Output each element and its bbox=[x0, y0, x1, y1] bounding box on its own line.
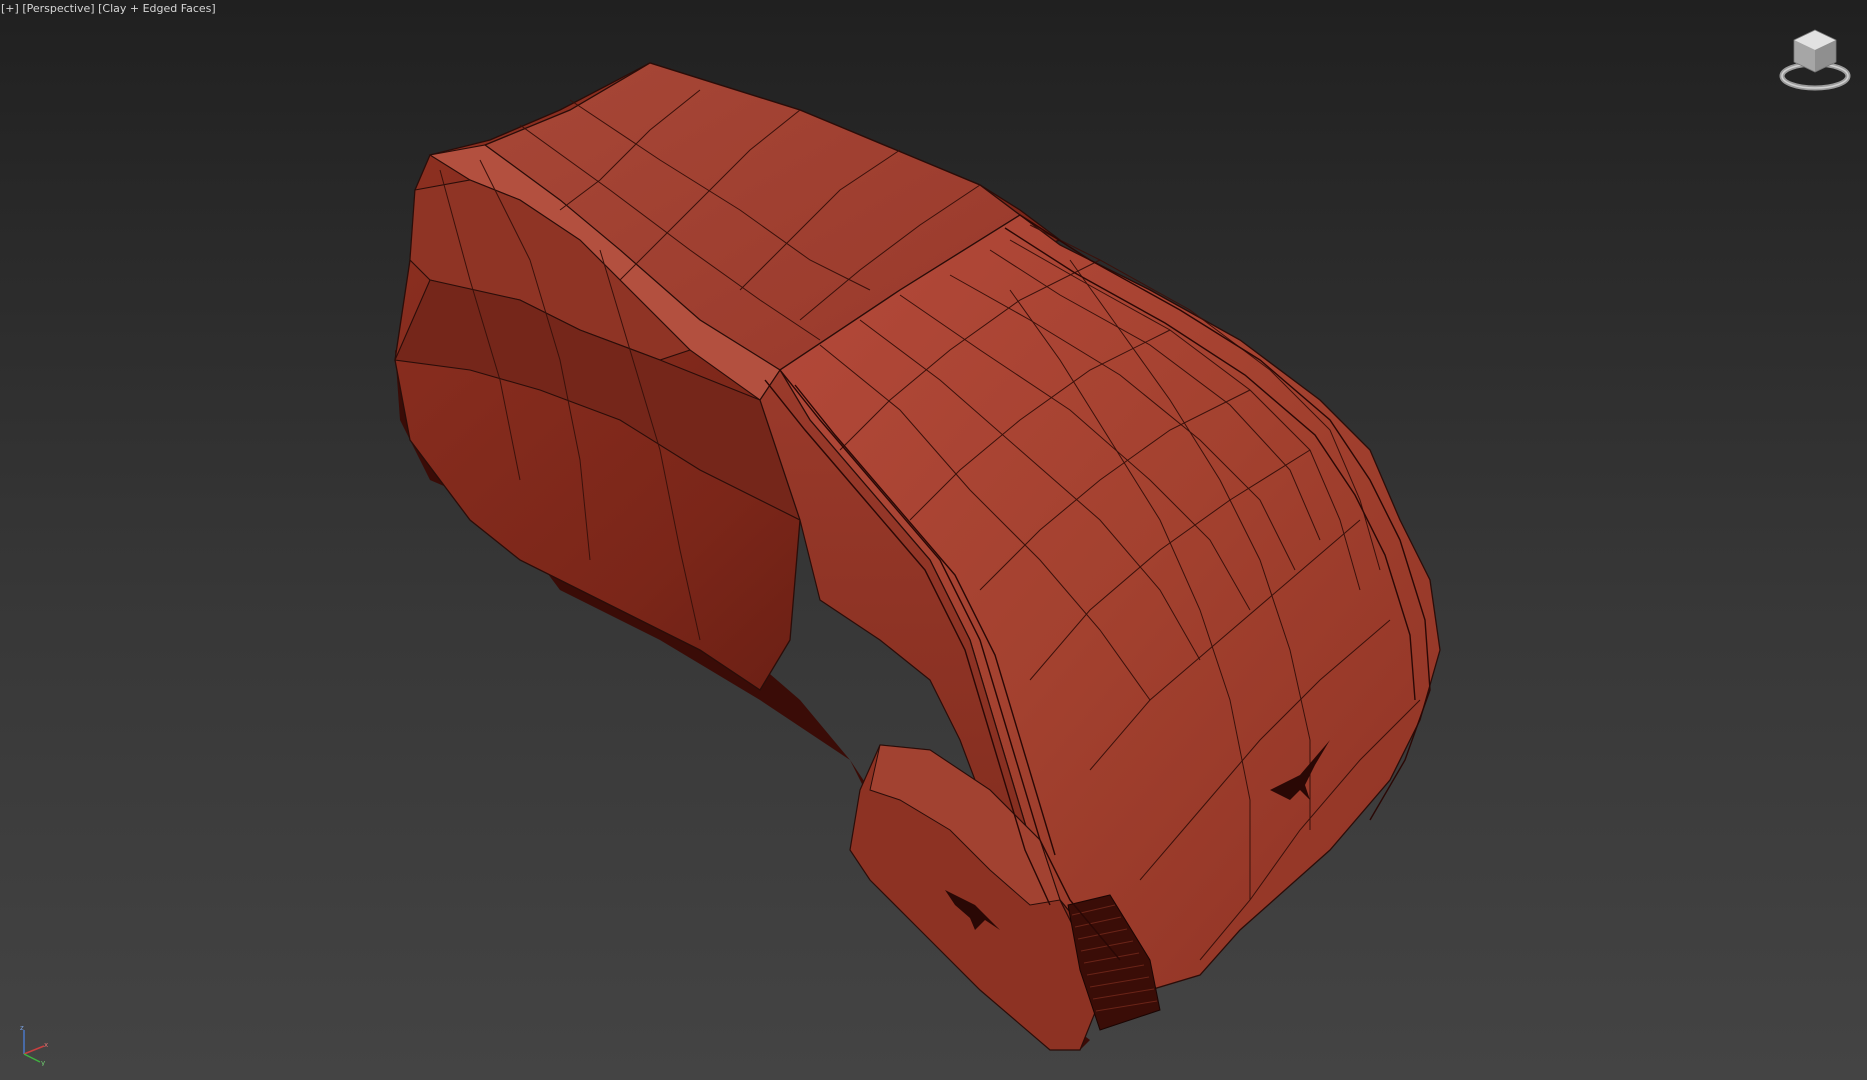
viewcube-icon[interactable] bbox=[1778, 26, 1852, 96]
axis-tripod-icon: z x y bbox=[20, 1024, 48, 1066]
perspective-viewport[interactable]: [+] [Perspective] [Clay + Edged Faces] z… bbox=[0, 0, 1867, 1080]
vehicle-model-mesh[interactable] bbox=[0, 0, 1867, 1080]
axis-label-y: y bbox=[41, 1059, 45, 1066]
axis-label-z: z bbox=[20, 1024, 24, 1032]
axis-label-x: x bbox=[44, 1041, 48, 1049]
